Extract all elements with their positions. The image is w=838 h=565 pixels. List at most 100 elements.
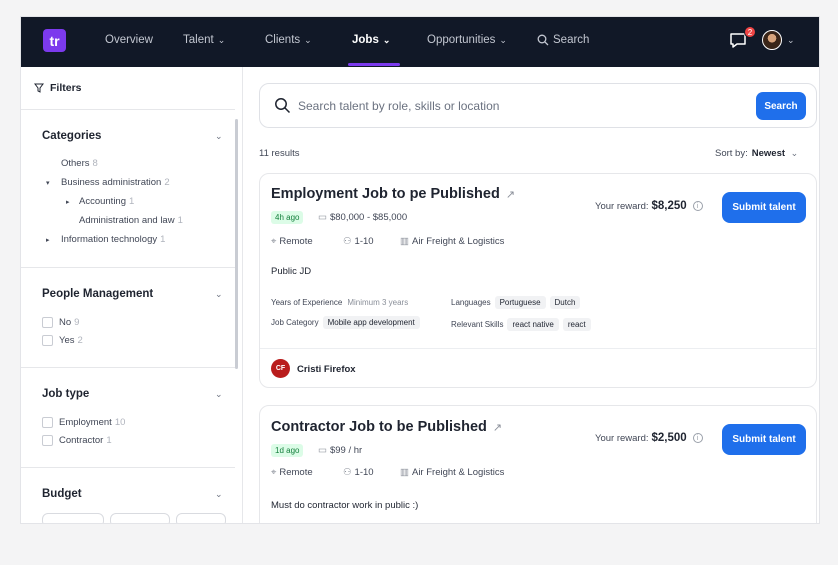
main-scrollbar[interactable] (819, 172, 820, 212)
checkbox-count: 2 (77, 335, 83, 346)
filter-icon (34, 83, 44, 93)
sort-dropdown[interactable]: Sort by: Newest ⌄ (715, 148, 798, 159)
submit-talent-button[interactable]: Submit talent (722, 424, 806, 455)
filters-header[interactable]: Filters (34, 82, 82, 94)
team-size-text: 1-10 (354, 236, 374, 247)
job-team-size: ⚇ 1-10 (343, 236, 374, 247)
location-pin-icon: ⌖ (271, 236, 277, 247)
checkbox[interactable] (42, 317, 53, 328)
checkbox[interactable] (42, 335, 53, 346)
job-description: Public JD (271, 266, 312, 277)
job-title[interactable]: Contractor Job to be Published ↗ (271, 419, 502, 435)
nav-talent[interactable]: Talent ⌄ (183, 34, 225, 46)
category-administration-and-law[interactable]: Administration and law 1 (79, 215, 183, 226)
external-link-icon[interactable]: ↗ (493, 421, 502, 434)
budget-currency-select[interactable] (176, 513, 226, 523)
client-avatar[interactable]: CF (271, 359, 290, 378)
budget-title[interactable]: Budget (42, 488, 82, 500)
category-others[interactable]: Others 8 (61, 158, 98, 169)
people-icon: ⚇ (343, 467, 352, 478)
languages: Languages Portuguese Dutch (451, 296, 581, 309)
category-information-technology[interactable]: Information technology 1 (61, 234, 165, 245)
divider (21, 109, 235, 110)
chevron-down-icon[interactable]: ⌄ (787, 35, 795, 46)
category-business-administration[interactable]: Business administration 2 (61, 177, 170, 188)
job-industry: ▥ Air Freight & Logistics (400, 467, 504, 478)
checkbox-count: 9 (74, 317, 80, 328)
search-input[interactable]: Search talent by role, skills or locatio… (298, 99, 499, 113)
submit-talent-button[interactable]: Submit talent (722, 192, 806, 223)
checkbox-label: No (59, 317, 72, 328)
search-button[interactable]: Search (756, 92, 806, 120)
chevron-down-icon[interactable]: ⌄ (215, 131, 223, 142)
category-accounting[interactable]: Accounting 1 (79, 196, 134, 207)
category-count: 1 (177, 215, 183, 226)
checkbox-contractor[interactable]: Contractor 1 (42, 435, 112, 446)
info-icon[interactable]: i (692, 201, 703, 212)
attr-label: Relevant Skills (451, 320, 504, 329)
years-of-experience: Years of Experience Minimum 3 years (271, 298, 408, 307)
external-link-icon[interactable]: ↗ (506, 188, 515, 201)
checkbox-no[interactable]: No 9 (42, 317, 79, 328)
reward-label: Your reward: (595, 433, 649, 444)
checkbox-employment[interactable]: Employment 10 (42, 417, 125, 428)
team-size-text: 1-10 (354, 467, 374, 478)
posted-ago-badge: 4h ago (271, 211, 304, 224)
job-rate: ▭ $99 / hr (318, 445, 362, 456)
checkbox[interactable] (42, 417, 53, 428)
job-industry: ▥ Air Freight & Logistics (400, 236, 504, 247)
building-icon: ▥ (400, 467, 409, 478)
people-management-title[interactable]: People Management (42, 288, 153, 300)
job-description: Must do contractor work in public :) (271, 500, 419, 511)
page-background (0, 524, 838, 565)
checkbox[interactable] (42, 435, 53, 446)
notification-badge: 2 (744, 26, 756, 38)
nav-jobs[interactable]: Jobs ⌄ (352, 34, 390, 46)
skill-chip: react (562, 318, 591, 331)
budget-max-input[interactable] (110, 513, 170, 523)
checkbox-yes[interactable]: Yes 2 (42, 335, 83, 346)
app-window: tr Overview Talent ⌄ Clients ⌄ Jobs ⌄ Op… (20, 16, 820, 524)
client-name[interactable]: Cristi Firefox (297, 364, 356, 375)
chevron-down-icon[interactable]: ⌄ (215, 389, 223, 400)
caret-right-icon[interactable]: ▸ (46, 236, 50, 244)
category-label: Accounting (79, 196, 127, 207)
skill-chip: react native (507, 318, 559, 331)
nav-opportunities[interactable]: Opportunities ⌄ (427, 34, 507, 46)
job-card: Contractor Job to be Published ↗ 1d ago ▭… (259, 405, 817, 523)
chevron-down-icon[interactable]: ⌄ (215, 289, 223, 300)
language-chip: Portuguese (494, 296, 546, 309)
nav-search[interactable]: Search (537, 34, 589, 46)
job-title-text: Employment Job to pe Published (271, 186, 500, 202)
checkbox-count: 1 (106, 435, 112, 446)
chevron-down-icon[interactable]: ⌄ (215, 489, 223, 500)
sort-value: Newest (751, 148, 786, 159)
category-label: Administration and law (79, 215, 175, 226)
location-text: Remote (279, 236, 313, 247)
chevron-down-icon: ⌄ (790, 148, 799, 158)
budget-min-input[interactable] (42, 513, 104, 523)
location-pin-icon: ⌖ (271, 467, 277, 478)
categories-title[interactable]: Categories (42, 130, 101, 142)
money-icon: ▭ (318, 212, 327, 223)
reward-value: $2,500 (651, 432, 687, 444)
app-logo[interactable]: tr (43, 29, 66, 52)
checkbox-label: Contractor (59, 435, 104, 446)
nav-clients[interactable]: Clients ⌄ (265, 34, 312, 46)
chevron-down-icon: ⌄ (217, 34, 226, 45)
caret-down-icon[interactable]: ▾ (46, 179, 50, 187)
job-title-text: Contractor Job to be Published (271, 419, 487, 435)
caret-right-icon[interactable]: ▸ (66, 198, 70, 206)
divider (21, 367, 235, 368)
job-type-title[interactable]: Job type (42, 388, 89, 400)
sidebar-scrollbar[interactable] (235, 119, 238, 369)
job-title[interactable]: Employment Job to pe Published ↗ (271, 186, 515, 202)
attr-label: Job Category (271, 318, 319, 327)
search-bar: Search talent by role, skills or locatio… (259, 83, 817, 128)
nav-clients-label: Clients (265, 34, 301, 46)
industry-text: Air Freight & Logistics (411, 236, 505, 247)
nav-overview[interactable]: Overview (105, 34, 153, 46)
info-icon[interactable]: i (692, 433, 703, 444)
user-avatar[interactable] (762, 30, 782, 50)
attr-value: Minimum 3 years (347, 298, 409, 307)
